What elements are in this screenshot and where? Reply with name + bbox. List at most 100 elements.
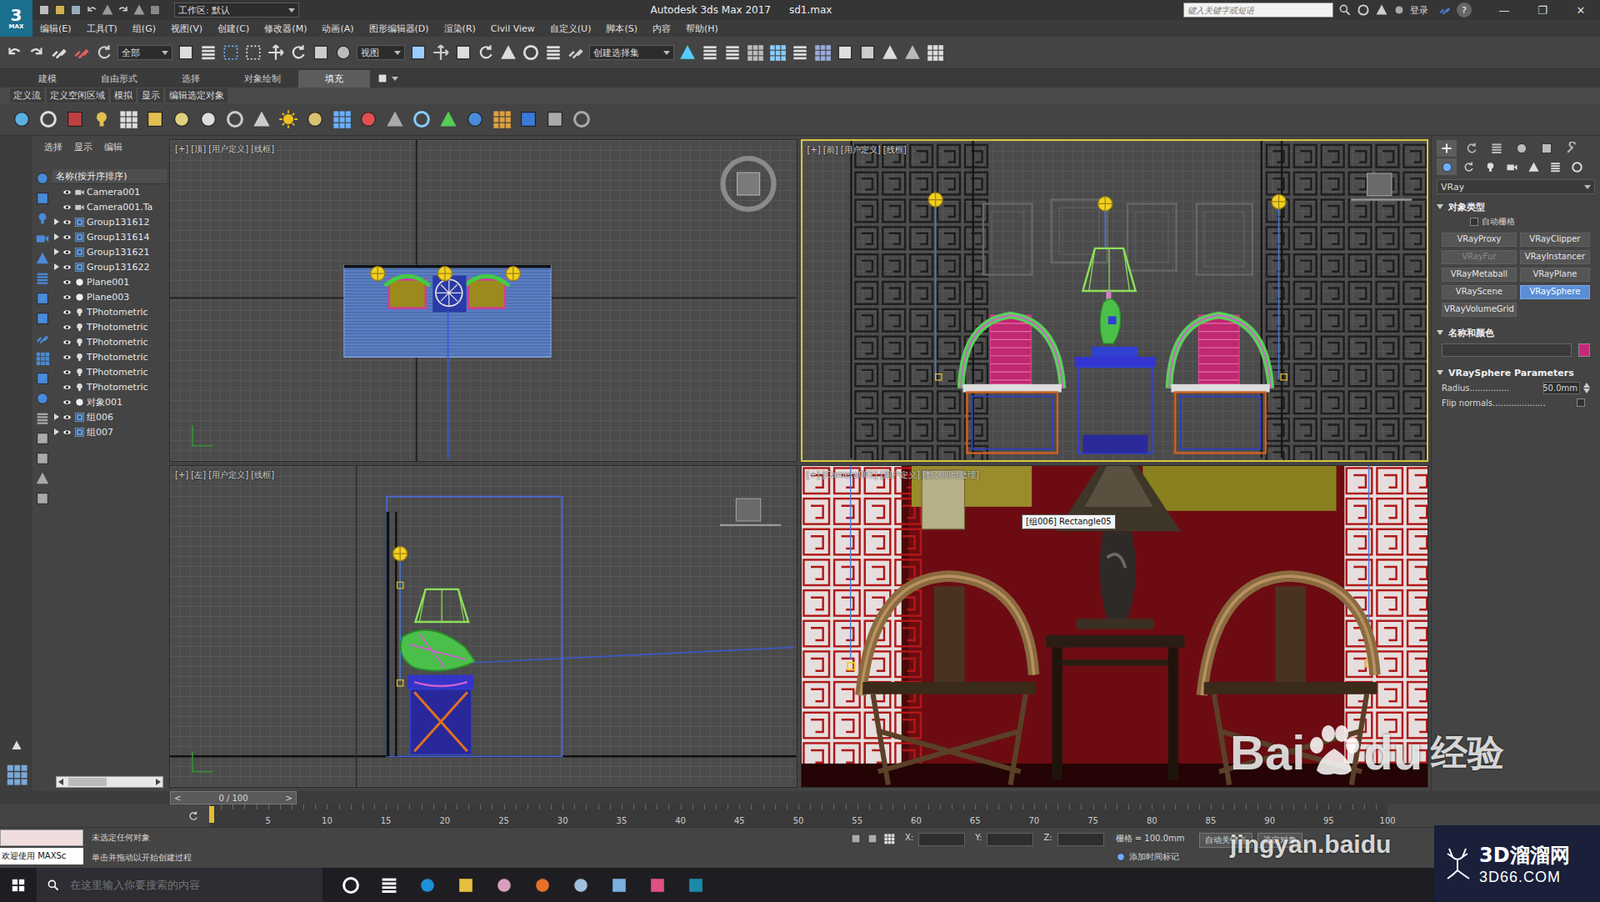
geometry-icon[interactable]: [1440, 160, 1454, 174]
coordinate-field[interactable]: [1057, 832, 1105, 846]
menu-item[interactable]: 工具(T): [79, 22, 125, 35]
ribbon-panel-label[interactable]: 定义流: [10, 88, 45, 103]
menu-item[interactable]: 组(G): [125, 22, 164, 35]
move-icon[interactable]: [266, 43, 285, 62]
viewport-label[interactable]: [+] [顶] [用户定义] [线框]: [175, 143, 275, 155]
expand-arrow[interactable]: [52, 428, 60, 436]
sphere-b-icon[interactable]: [305, 109, 325, 130]
explorer-item[interactable]: TPhotometric: [52, 379, 167, 395]
viewport-scene[interactable]: [170, 465, 797, 787]
app-c-icon[interactable]: [647, 875, 668, 895]
radius-spinner[interactable]: 50.0mm: [1543, 381, 1580, 395]
viewport-label[interactable]: [+] [Camera001] [用户定义] [默认明暗处理]: [806, 469, 980, 481]
render-iterative-icon[interactable]: [903, 43, 922, 62]
ribbon-tab[interactable]: 填充: [298, 70, 370, 88]
community-icon[interactable]: [1356, 3, 1370, 17]
angle-snap-icon[interactable]: [499, 43, 518, 62]
expand-arrow[interactable]: [52, 338, 60, 346]
filter-helpers-icon[interactable]: [35, 250, 50, 266]
cone-icon[interactable]: [251, 109, 272, 130]
ribbon-panel-label[interactable]: 模拟: [110, 88, 136, 103]
eye-icon[interactable]: [61, 411, 73, 423]
time-track[interactable]: 5101520253035404550556065707580859095100: [209, 804, 1388, 827]
unlink-icon[interactable]: [72, 43, 91, 62]
object-type-button[interactable]: VRayFur: [1441, 250, 1517, 265]
mirror-icon[interactable]: [678, 43, 697, 62]
eye-icon[interactable]: [61, 366, 73, 378]
object-type-button[interactable]: VRayInstancer: [1520, 250, 1590, 265]
expand-arrow[interactable]: [52, 188, 60, 196]
schematic-icon[interactable]: [790, 43, 810, 62]
help-button[interactable]: ?: [1456, 2, 1472, 18]
object-type-button[interactable]: VRayMetaball: [1441, 267, 1517, 282]
camera-viewport[interactable]: [+] [Camera001] [用户定义] [默认明暗处理][组006] Re…: [800, 465, 1430, 788]
user-icon[interactable]: [1393, 4, 1405, 16]
hierarchy-icon[interactable]: [1490, 141, 1504, 155]
explorer-item[interactable]: 组007: [52, 424, 167, 440]
object-type-button[interactable]: VRaySphere: [1520, 285, 1590, 300]
ribbon-tab[interactable]: 自由形式: [83, 70, 155, 88]
filter-cameras-icon[interactable]: [35, 230, 50, 246]
favorites-icon[interactable]: [1375, 3, 1389, 17]
filter-warps-icon[interactable]: [35, 270, 50, 286]
left-viewport[interactable]: [+] [左] [用户定义] [线框]: [169, 465, 798, 788]
undo-icon[interactable]: [5, 43, 24, 62]
menu-item[interactable]: 动画(A): [314, 22, 361, 35]
gear-icon[interactable]: [411, 109, 432, 130]
reference-coordinate[interactable]: 视图: [356, 45, 405, 60]
balls-icon[interactable]: [358, 109, 379, 130]
layers-icon[interactable]: [723, 43, 742, 62]
viewport-layouts-icon[interactable]: [5, 762, 29, 786]
explorer-item[interactable]: Camera001.Ta: [52, 199, 167, 215]
explorer-item[interactable]: 对象001: [52, 394, 167, 410]
filter-lights-icon[interactable]: [35, 210, 50, 226]
windows-start-icon[interactable]: [10, 877, 26, 893]
render-frame-icon[interactable]: [858, 43, 877, 62]
expand-arrow[interactable]: [52, 323, 60, 331]
listener-input[interactable]: [0, 829, 84, 846]
create-icon[interactable]: [1440, 141, 1454, 155]
login-button[interactable]: 登录: [1410, 4, 1429, 17]
project-icon[interactable]: [148, 3, 162, 17]
menu-item[interactable]: 脚本(S): [598, 22, 645, 35]
flip-normals-checkbox[interactable]: [1576, 398, 1585, 407]
eye-icon[interactable]: [61, 381, 73, 393]
teapot-icon[interactable]: [225, 109, 245, 130]
select-by-name-icon[interactable]: [199, 43, 218, 62]
filter-bones-icon[interactable]: [35, 330, 50, 346]
snap-icon[interactable]: [476, 43, 495, 62]
explorer-item[interactable]: TPhotometric: [52, 334, 167, 350]
percent-snap-icon[interactable]: [521, 43, 540, 62]
cloud-icon[interactable]: [38, 109, 59, 130]
expand-arrow[interactable]: [52, 398, 60, 406]
filter-hidden-icon[interactable]: [35, 390, 50, 406]
object-type-button[interactable]: VRayScene: [1441, 285, 1517, 300]
eye-icon[interactable]: [61, 186, 73, 198]
modify-icon[interactable]: [1465, 141, 1479, 155]
category-dropdown[interactable]: VRay: [1436, 179, 1595, 195]
filter-geometry-icon[interactable]: [35, 170, 50, 186]
sphere-a-icon[interactable]: [198, 109, 219, 130]
render-icon[interactable]: [880, 43, 900, 62]
absolute-mode-icon[interactable]: [883, 832, 895, 845]
expand-arrow[interactable]: [52, 278, 60, 286]
filter-groups-icon[interactable]: [35, 290, 50, 306]
menu-item[interactable]: 自定义(U): [542, 22, 600, 35]
task-view-icon[interactable]: [379, 875, 400, 895]
taskbar-search[interactable]: [68, 877, 323, 892]
systems-icon[interactable]: [1570, 160, 1584, 174]
eye-icon[interactable]: [61, 261, 73, 273]
ribbon-options-icon[interactable]: [376, 72, 389, 85]
plant-icon[interactable]: [438, 109, 459, 130]
idle-area-icon[interactable]: [65, 109, 85, 130]
viewport-scene[interactable]: [802, 140, 1428, 460]
explorer-item[interactable]: Camera001: [52, 184, 167, 200]
curve-editor-icon[interactable]: [768, 43, 787, 62]
app-b-icon[interactable]: [609, 875, 630, 895]
ribbon-toggle-icon[interactable]: [745, 43, 765, 62]
ribbon-tab[interactable]: 选择: [155, 70, 227, 88]
eye-icon[interactable]: [61, 231, 73, 243]
explorer-item[interactable]: TPhotometric: [52, 304, 167, 320]
filter-xrefs-icon[interactable]: [35, 310, 50, 326]
filter-frozen-icon[interactable]: [35, 370, 50, 386]
